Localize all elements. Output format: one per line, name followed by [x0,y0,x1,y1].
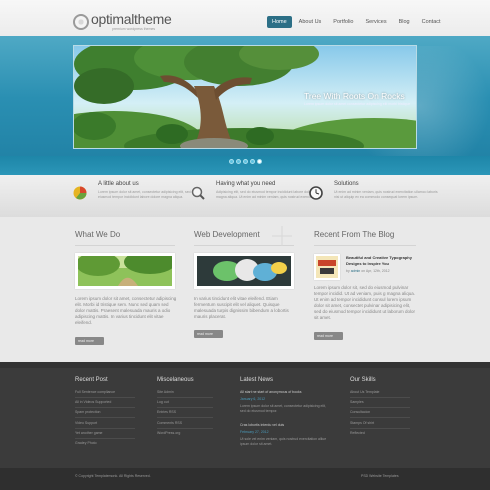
nav-contact[interactable]: Contact [417,16,446,28]
slide-caption: Lorem ipsum dolor sit amet consectetur a… [304,102,411,106]
footer-top-band [0,362,490,368]
clock-icon [309,186,323,200]
footer-title-misc: Miscelaneous [157,377,194,383]
typography-thumbnail [316,256,338,278]
feature-title: Solutions [334,181,359,187]
divider [157,428,213,429]
copyright-text: © Copyright Templatemonk. All Rights Res… [75,474,151,478]
footer-link[interactable]: Consultacion [350,410,370,414]
feature-title: Having what you need [216,181,276,187]
web-development-text: In varius tincidunt elit vitae eleifend.… [194,296,289,319]
feature-text: Adipisicing elit, sed do eiusmod tempor … [216,190,320,199]
tagline: premium wordpress themes [112,27,156,31]
footer-link[interactable]: Video Support [75,421,97,425]
divider [75,407,135,408]
footer-title-news: Latest News [240,377,274,383]
footer-link[interactable]: About Us Template [350,390,380,394]
footer-title-recent-post: Recent Post [75,377,108,383]
divider [157,407,213,408]
section-title-blog: Recent From The Blog [314,230,395,239]
footer-link[interactable]: Gradey Photo [75,441,97,445]
news-title[interactable]: All start ne start of anonymous of books [240,390,301,394]
magnifier-icon [191,186,205,200]
slider-dot[interactable] [243,159,248,164]
footer-link[interactable]: All in Videos Supported [75,400,111,404]
footer-link[interactable]: Full Sentence compliance [75,390,115,394]
footer-link[interactable]: Spam protection [75,410,101,414]
crosshair-icon [272,226,292,246]
site-header: optimaltheme premium wordpress themes Ho… [0,0,490,36]
pie-chart-icon [73,186,87,200]
blog-post-date: on Apr, 12th, 2012 [361,269,390,273]
divider [314,245,416,246]
slider-image[interactable]: Tree With Roots On Rocks Lorem ipsum dol… [73,45,417,149]
read-more-button[interactable]: read more [75,337,104,345]
slider-pagination [229,159,262,164]
divider [75,417,135,418]
feature-text: Ut enim ad minim veniam, quis nostrud ex… [334,190,438,199]
blog-post-meta: by admin on Apr, 12th, 2012 [346,268,418,274]
what-we-do-text: Lorem ipsum dolor sit amet, consectetur … [75,296,177,325]
main-nav: Home About Us Portfolio Services Blog Co… [267,16,446,28]
logo-text[interactable]: optimaltheme [91,11,172,27]
nav-portfolio[interactable]: Portfolio [328,16,358,28]
slider-dot-active[interactable] [257,159,262,164]
footer-link[interactable]: Reflected [350,431,365,435]
footer-link[interactable]: Comments RSS [157,421,182,425]
web-development-image[interactable] [194,253,294,289]
footer-link[interactable]: WordPress.org [157,431,180,435]
news-text: Ut sole vel enim veniam, quis nostrud ex… [240,437,327,446]
footer-link[interactable]: Entries RSS [157,410,176,414]
feature-text: Lorem ipsum dolor sit amet, consectetur … [98,190,196,199]
copyright-bar: © Copyright Templatemonk. All Rights Res… [0,468,490,490]
divider [75,438,135,439]
section-title-what-we-do: What We Do [75,230,121,239]
divider [350,417,410,418]
slider-dot[interactable] [250,159,255,164]
news-date: January 6, 2012 [240,397,266,401]
blog-post-title[interactable]: Beautiful and Creative Typography Design… [346,255,418,266]
news-title[interactable]: Cras lobortis interdu vel duis [240,423,284,427]
divider [75,245,175,246]
blog-post-author[interactable]: admin [351,269,361,273]
blog-post-meta-by: by [346,269,350,273]
read-more-button[interactable]: read more [314,332,343,340]
features-bar: A little about us Lorem ipsum dolor sit … [0,175,490,217]
slider-dot[interactable] [236,159,241,164]
divider [157,417,213,418]
footer-link[interactable]: Yet another game [75,431,103,435]
nav-about-us[interactable]: About Us [294,16,327,28]
graffiti-photo [197,256,291,286]
slider-dot[interactable] [229,159,234,164]
footer-link[interactable]: Stamps Of shirt [350,421,374,425]
footer-link[interactable]: Log out [157,400,169,404]
news-date: February 27, 2012 [240,430,269,434]
feature-title: A little about us [98,181,139,187]
slide-title: Tree With Roots On Rocks [304,91,405,101]
nav-home[interactable]: Home [267,16,292,28]
divider [75,428,135,429]
park-photo [78,256,172,286]
nav-services[interactable]: Services [360,16,391,28]
divider [350,397,410,398]
divider [350,428,410,429]
divider [75,397,135,398]
blog-post-thumbnail[interactable] [314,254,340,280]
section-title-web-development: Web Development [194,230,260,239]
footer-title-skills: Our Skills [350,377,376,383]
blog-text: Lorem ipsum dolor sit, sed do eiusmod pu… [314,285,416,320]
credit-link[interactable]: PSD Website Templates [361,474,399,478]
logo-icon[interactable] [73,14,89,30]
read-more-button[interactable]: read more [194,330,223,338]
divider [157,397,213,398]
divider [350,407,410,408]
news-text: Lorem ipsum dolor sit amet, consectetur … [240,404,326,413]
footer-link[interactable]: Site Admin [157,390,174,394]
hero-banner: Tree With Roots On Rocks Lorem ipsum dol… [0,36,490,175]
what-we-do-image[interactable] [75,253,175,289]
nav-blog[interactable]: Blog [394,16,415,28]
footer-link[interactable]: Samples [350,400,364,404]
